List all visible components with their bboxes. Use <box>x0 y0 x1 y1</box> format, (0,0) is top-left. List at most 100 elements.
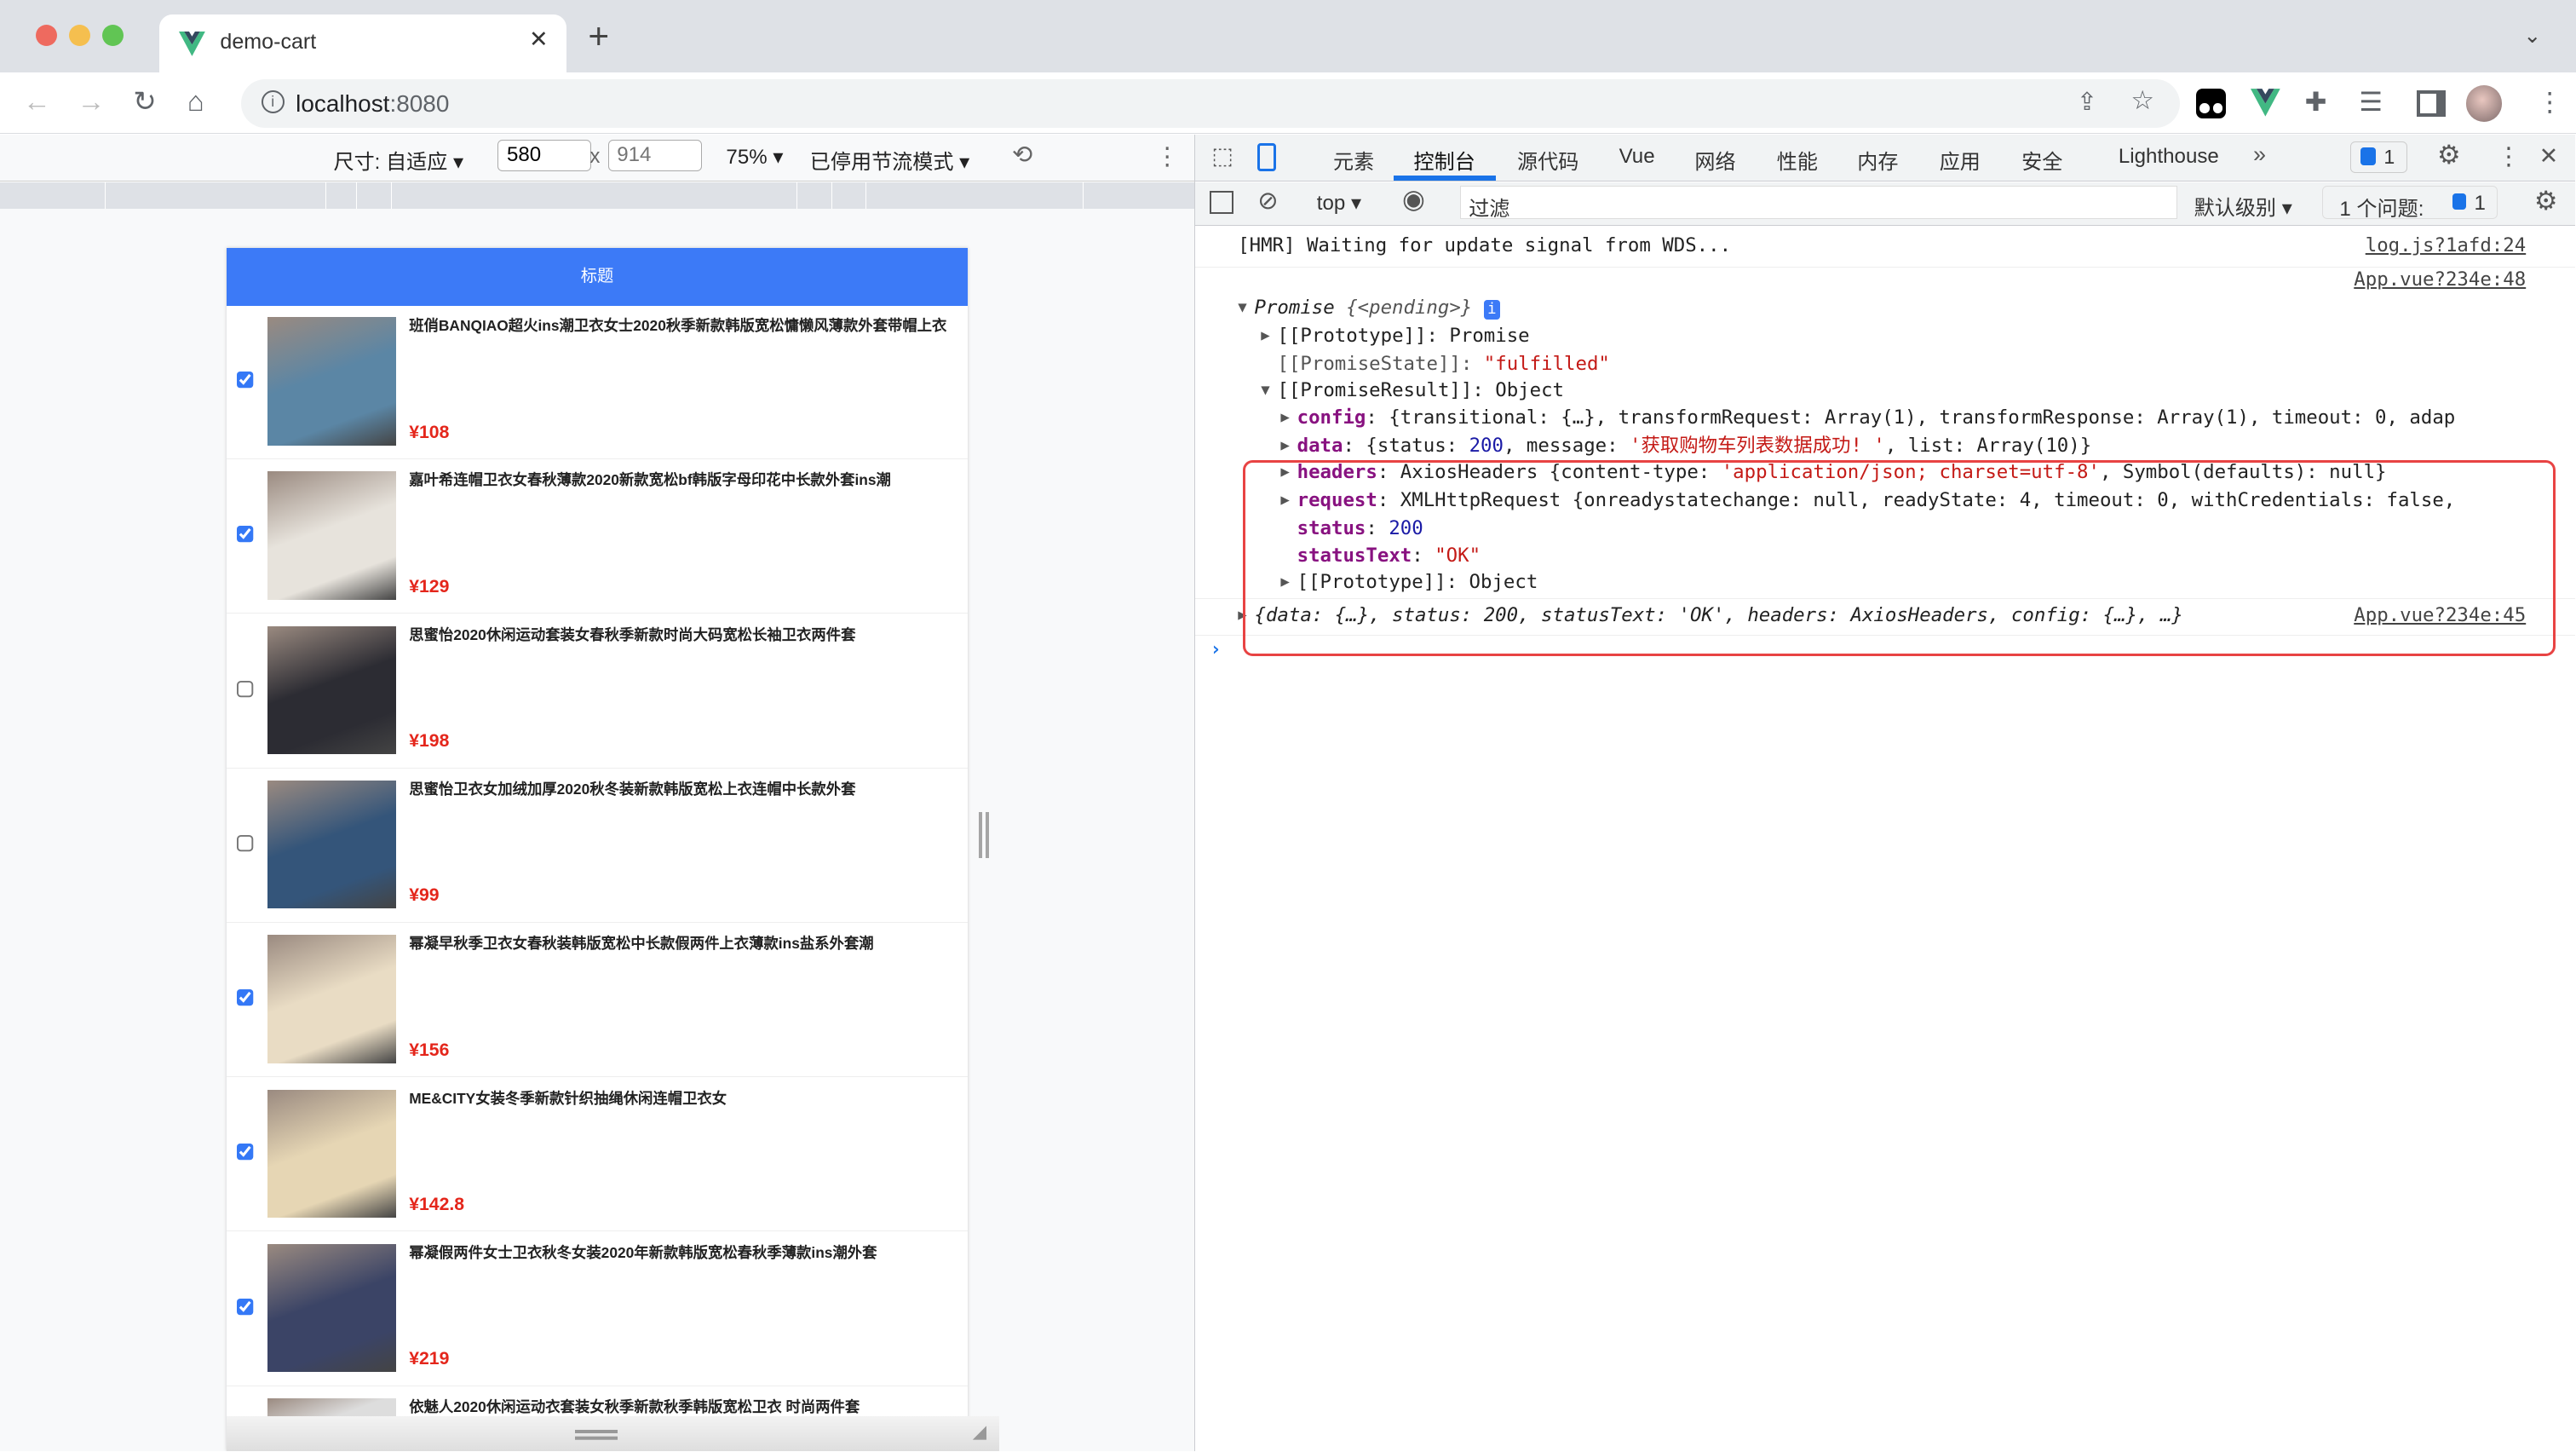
console-settings-icon[interactable]: ⚙ <box>2534 186 2558 216</box>
new-tab-button[interactable]: + <box>588 16 609 57</box>
star-icon[interactable]: ☆ <box>2130 85 2154 116</box>
data-row[interactable]: ▶ data: {status: 200, message: '获取购物车列表数据… <box>1195 432 2575 459</box>
product-price: ¥219 <box>409 1349 450 1369</box>
inspect-element-icon[interactable]: ⬚ <box>1211 143 1233 170</box>
tab-search-chevron-icon[interactable]: ⌄ <box>2523 23 2541 49</box>
media-query-bar[interactable] <box>0 182 1195 209</box>
more-vert-icon[interactable]: ⋮ <box>2537 87 2563 118</box>
product-price: ¥142.8 <box>409 1195 465 1215</box>
promise-state-row: [[PromiseState]]: "fulfilled" <box>1277 352 1610 375</box>
issues-button[interactable]: 1 个问题: 1 <box>2322 185 2498 221</box>
item-checkbox[interactable] <box>236 834 255 853</box>
source-link[interactable]: App.vue?234e:48 <box>2354 266 2526 293</box>
zoom-dropdown[interactable]: 75% ▾ <box>726 145 783 170</box>
promise-result-row[interactable]: ▼ [[PromiseResult]]: Object <box>1195 377 2575 404</box>
cart-item: 思蜜怡2020休闲运动套装女春秋季新款时尚大码宽松长袖卫衣两件套 ¥198 <box>227 614 968 769</box>
source-link[interactable]: log.js?1afd:24 <box>2366 232 2526 259</box>
screen: demo-cart ✕ + ⌄ ← → ↻ ⌂ i localhost:8080… <box>0 0 2576 1451</box>
browser-tab[interactable]: demo-cart ✕ <box>159 14 567 72</box>
dimensions-dropdown[interactable]: 尺寸: 自适应 ▾ <box>333 145 463 175</box>
product-name: 思蜜怡卫衣女加绒加厚2020秋冬装新款韩版宽松上衣连帽中长款外套 <box>409 781 856 798</box>
product-name: 嘉叶希连帽卫衣女春秋薄款2020新款宽松bf韩版字母印花中长款外套ins潮 <box>409 471 891 489</box>
extensions-icon[interactable]: ✚ <box>2305 87 2327 118</box>
throttle-dropdown[interactable]: 已停用节流模式 ▾ <box>810 145 969 175</box>
close-tab-icon[interactable]: ✕ <box>529 26 549 53</box>
item-checkbox[interactable] <box>236 1298 255 1317</box>
share-icon[interactable]: ⇪ <box>2077 87 2097 117</box>
settings-gear-icon[interactable]: ⚙ <box>2437 140 2461 170</box>
expand-triangle-icon[interactable]: ▼ <box>1261 377 1269 404</box>
product-image <box>267 1243 396 1373</box>
close-window-button[interactable] <box>36 24 58 46</box>
tampermonkey-icon[interactable] <box>2196 89 2227 118</box>
item-checkbox[interactable] <box>236 1144 255 1162</box>
cart-item: 嘉叶希连帽卫衣女春秋薄款2020新款宽松bf韩版字母印花中长款外套ins潮 ¥1… <box>227 460 968 614</box>
height-input[interactable] <box>607 139 702 171</box>
cart-item: ME&CITY女装冬季新款针织抽绳休闲连帽卫衣女 ¥142.8 <box>227 1078 968 1232</box>
promise-row[interactable]: ▼ Promise {<pending>} i <box>1195 294 2575 321</box>
devtools-tab[interactable]: 网络 <box>1694 145 1735 175</box>
context-select[interactable]: top ▾ <box>1317 191 1361 216</box>
more-options-icon[interactable]: ⋮ <box>1155 141 1180 171</box>
devtools-tab[interactable]: Vue <box>1619 145 1655 169</box>
devtools-tab[interactable]: 应用 <box>1940 145 1981 175</box>
avatar[interactable] <box>2465 85 2503 122</box>
item-checkbox[interactable] <box>236 371 255 390</box>
log-level-dropdown[interactable]: 默认级别 ▾ <box>2194 191 2292 221</box>
sidebar-toggle-icon[interactable] <box>1210 190 1233 214</box>
devtools-panel: ⬚ 元素 控制台 源代码 Vue 网络 性能 内存 应用 安全 Lighthouse » 1 ⚙ … <box>1194 135 2576 1451</box>
sidepanel-icon[interactable] <box>2416 90 2447 118</box>
cart-item: 幂凝早秋季卫衣女春秋装韩版宽松中长款假两件上衣薄款ins盐系外套潮 ¥156 <box>227 924 968 1078</box>
expand-triangle-icon[interactable]: ▼ <box>1238 294 1246 321</box>
url-text: localhost:8080 <box>296 90 450 118</box>
close-devtools-icon[interactable]: ✕ <box>2539 143 2559 170</box>
console-output: [HMR] Waiting for update signal from WDS… <box>1195 227 2576 687</box>
devtools-tab[interactable]: 源代码 <box>1517 145 1578 175</box>
back-arrow-icon[interactable]: ← <box>23 85 51 118</box>
vue-devtools-icon[interactable] <box>2251 89 2280 117</box>
more-tabs-icon[interactable]: » <box>2253 141 2266 168</box>
filter-input[interactable]: 过滤 <box>1459 185 2178 221</box>
info-badge-icon[interactable]: i <box>1483 300 1501 320</box>
devtools-tab[interactable]: 性能 <box>1777 145 1818 175</box>
product-price: ¥129 <box>409 576 450 596</box>
address-bar[interactable]: i localhost:8080 ⇪ ☆ <box>241 78 2181 129</box>
item-checkbox[interactable] <box>236 526 255 544</box>
devtools-tab[interactable]: 控制台 <box>1414 145 1475 175</box>
product-name: 幂凝早秋季卫衣女春秋装韩版宽松中长款假两件上衣薄款ins盐系外套潮 <box>409 935 874 953</box>
info-icon[interactable]: i <box>261 90 285 114</box>
device-toggle-icon[interactable] <box>1257 142 1276 171</box>
devtools-tab[interactable]: 安全 <box>2021 145 2062 175</box>
expand-triangle-icon[interactable]: ▶ <box>1261 322 1269 349</box>
resize-handle-right[interactable] <box>979 811 990 858</box>
item-checkbox[interactable] <box>236 680 255 699</box>
issues-badge-button[interactable]: 1 <box>2349 141 2408 173</box>
forward-arrow-icon[interactable]: → <box>78 85 106 118</box>
home-icon[interactable]: ⌂ <box>187 85 204 118</box>
console-toolbar: ⊘ top ▾ ◉ 过滤 默认级别 ▾ 1 个问题: 1 ⚙ <box>1195 182 2576 227</box>
device-toolbar: 尺寸: 自适应 ▾ x 75% ▾ 已停用节流模式 ▾ ⟲ ⋮ <box>0 135 1195 182</box>
width-input[interactable] <box>497 139 592 171</box>
media-icon[interactable]: ☰ <box>2359 87 2383 118</box>
product-image <box>267 625 396 755</box>
resize-handle-bottom[interactable]: ◢ <box>227 1416 999 1451</box>
product-image <box>267 317 396 446</box>
eye-icon[interactable]: ◉ <box>1402 184 1425 215</box>
minimize-window-button[interactable] <box>68 24 91 46</box>
rotate-icon[interactable]: ⟲ <box>1012 140 1032 170</box>
config-row[interactable]: ▶ config: {transitional: {…}, transformRe… <box>1195 404 2575 431</box>
clear-console-icon[interactable]: ⊘ <box>1257 186 1278 216</box>
cart-item: 班俏BANQIAO超火ins潮卫衣女士2020秋季新款韩版宽松慵懒风薄款外套带帽… <box>227 306 968 460</box>
devtools-tab[interactable]: Lighthouse <box>2119 145 2219 169</box>
console-source-row: App.vue?234e:48 <box>1195 266 2575 293</box>
item-checkbox[interactable] <box>236 988 255 1008</box>
times-label: x <box>589 144 601 168</box>
devtools-tab[interactable]: 元素 <box>1333 145 1374 175</box>
resize-corner-icon[interactable]: ◢ <box>973 1421 986 1443</box>
reload-icon[interactable]: ↻ <box>133 85 156 118</box>
product-name: 幂凝假两件女士卫衣秋冬女装2020年新款韩版宽松春秋季薄款ins潮外套 <box>409 1243 877 1261</box>
devtools-tab[interactable]: 内存 <box>1857 145 1898 175</box>
prototype-row[interactable]: ▶ [[Prototype]]: Promise <box>1195 322 2575 349</box>
maximize-window-button[interactable] <box>101 24 124 46</box>
more-vert-icon[interactable]: ⋮ <box>2496 141 2521 171</box>
